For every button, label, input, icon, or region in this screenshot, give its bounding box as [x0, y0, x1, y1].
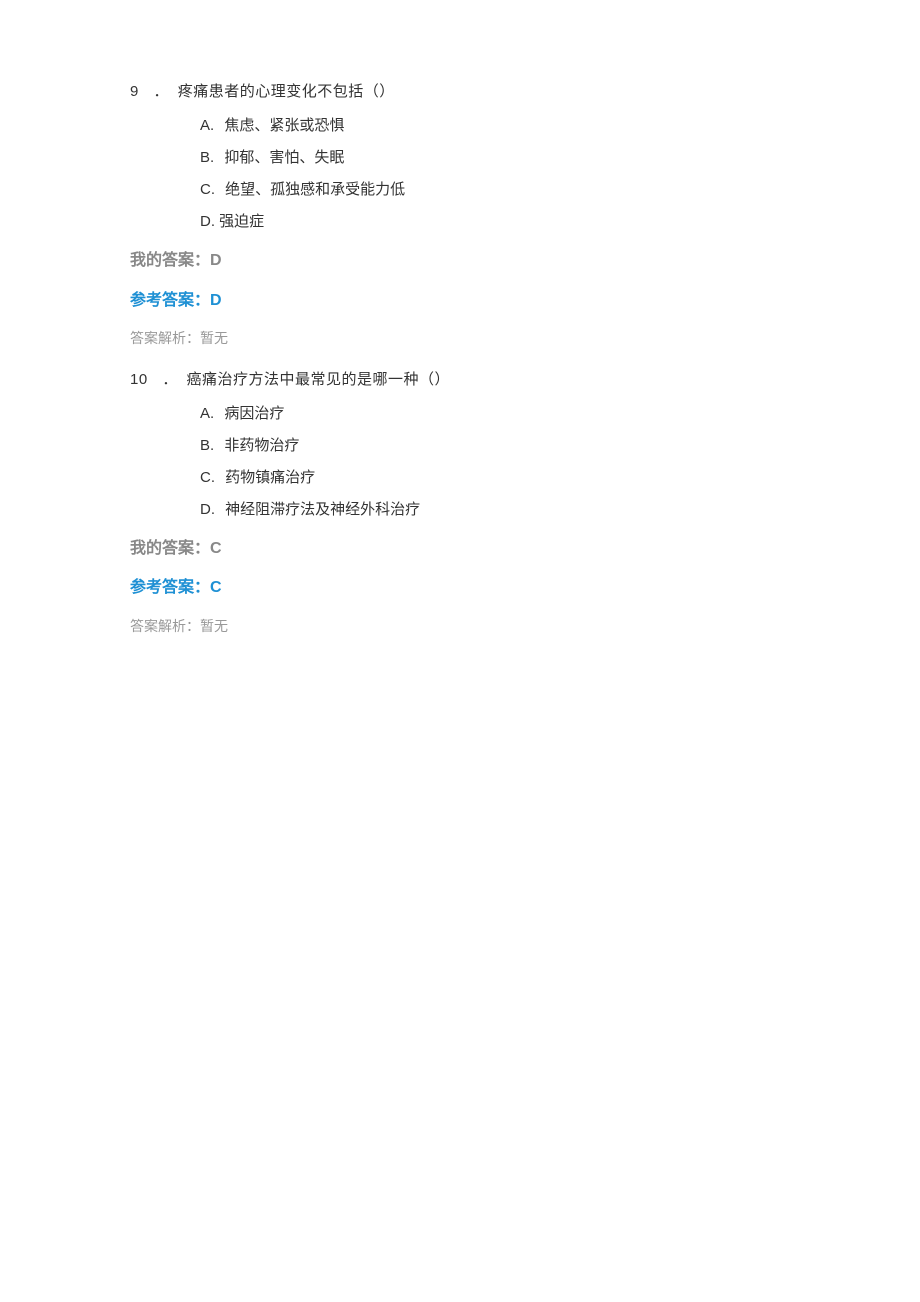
- option-letter: D.: [200, 213, 215, 230]
- my-answer-value: C: [210, 540, 222, 557]
- question-dot: ．: [162, 371, 178, 388]
- analysis-label: 答案解析：: [130, 330, 200, 346]
- option-b: B. 抑郁、害怕、失眠: [200, 146, 790, 170]
- option-text: 抑郁、害怕、失眠: [224, 149, 344, 166]
- question-stem: 9 ． 疼痛患者的心理变化不包括（）: [130, 80, 790, 104]
- question-number: 9: [130, 83, 139, 100]
- option-a: A. 病因治疗: [200, 402, 790, 426]
- option-letter: C.: [200, 469, 215, 486]
- ref-answer: 参考答案：D: [130, 288, 790, 314]
- option-text: 强迫症: [219, 213, 264, 230]
- option-letter: A.: [200, 405, 214, 422]
- options-list: A. 焦虑、紧张或恐惧 B. 抑郁、害怕、失眠 C. 绝望、孤独感和承受能力低 …: [200, 114, 790, 234]
- option-letter: A.: [200, 117, 214, 134]
- my-answer-label: 我的答案：: [130, 540, 210, 557]
- ref-answer: 参考答案：C: [130, 575, 790, 601]
- option-b: B. 非药物治疗: [200, 434, 790, 458]
- my-answer-value: D: [210, 252, 222, 269]
- option-letter: B.: [200, 149, 214, 166]
- option-a: A. 焦虑、紧张或恐惧: [200, 114, 790, 138]
- ref-answer-label: 参考答案：: [130, 579, 210, 596]
- option-letter: B.: [200, 437, 214, 454]
- ref-answer-label: 参考答案：: [130, 292, 210, 309]
- my-answer-label: 我的答案：: [130, 252, 210, 269]
- question-block: 10 ． 癌痛治疗方法中最常见的是哪一种（） A. 病因治疗 B. 非药物治疗 …: [130, 368, 790, 638]
- quiz-container: 9 ． 疼痛患者的心理变化不包括（） A. 焦虑、紧张或恐惧 B. 抑郁、害怕、…: [130, 80, 790, 637]
- answer-analysis: 答案解析：暂无: [130, 327, 790, 349]
- my-answer: 我的答案：D: [130, 248, 790, 274]
- options-list: A. 病因治疗 B. 非药物治疗 C. 药物镇痛治疗 D. 神经阻滞疗法及神经外…: [200, 402, 790, 522]
- option-text: 神经阻滞疗法及神经外科治疗: [225, 501, 420, 518]
- question-text: 疼痛患者的心理变化不包括（）: [178, 83, 395, 100]
- option-text: 非药物治疗: [224, 437, 299, 454]
- question-number: 10: [130, 371, 148, 388]
- option-letter: D.: [200, 501, 215, 518]
- option-text: 焦虑、紧张或恐惧: [224, 117, 344, 134]
- option-d: D. 神经阻滞疗法及神经外科治疗: [200, 498, 790, 522]
- analysis-label: 答案解析：: [130, 618, 200, 634]
- option-text: 药物镇痛治疗: [225, 469, 315, 486]
- question-stem: 10 ． 癌痛治疗方法中最常见的是哪一种（）: [130, 368, 790, 392]
- option-text: 病因治疗: [224, 405, 284, 422]
- question-dot: ．: [154, 83, 170, 100]
- question-text: 癌痛治疗方法中最常见的是哪一种（）: [187, 371, 451, 388]
- ref-answer-value: D: [210, 292, 222, 309]
- answer-analysis: 答案解析：暂无: [130, 615, 790, 637]
- option-c: C. 药物镇痛治疗: [200, 466, 790, 490]
- question-block: 9 ． 疼痛患者的心理变化不包括（） A. 焦虑、紧张或恐惧 B. 抑郁、害怕、…: [130, 80, 790, 350]
- analysis-text: 暂无: [200, 330, 228, 346]
- option-d: D. 强迫症: [200, 210, 790, 234]
- analysis-text: 暂无: [200, 618, 228, 634]
- option-text: 绝望、孤独感和承受能力低: [225, 181, 405, 198]
- ref-answer-value: C: [210, 579, 222, 596]
- my-answer: 我的答案：C: [130, 536, 790, 562]
- option-c: C. 绝望、孤独感和承受能力低: [200, 178, 790, 202]
- option-letter: C.: [200, 181, 215, 198]
